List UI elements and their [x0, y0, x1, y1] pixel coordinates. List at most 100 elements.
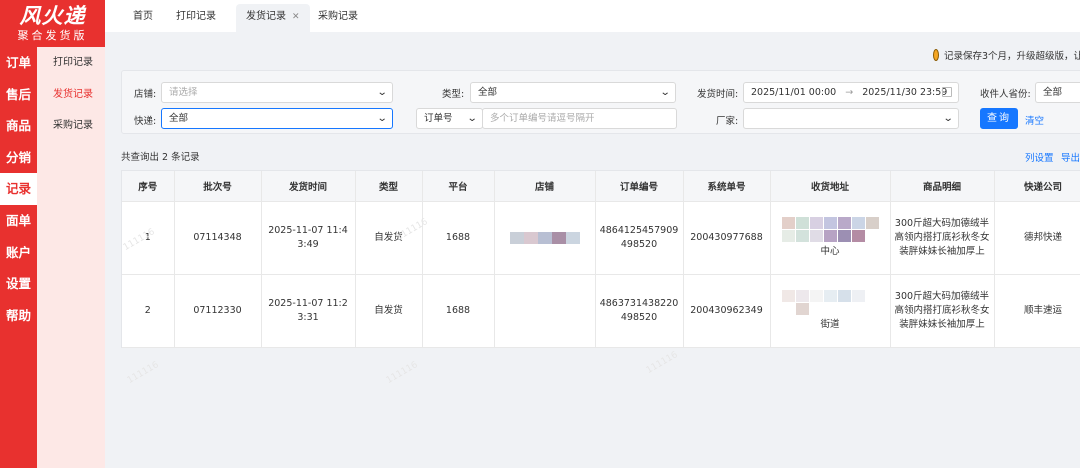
cell-express: 顺丰速运 — [994, 274, 1080, 348]
col-header: 系统单号 — [683, 171, 771, 202]
subnav-purchase-records[interactable]: 采购记录 — [37, 110, 105, 142]
records-table: 序号 批次号 发货时间 类型 平台 店铺 订单编号 系统单号 收货地址 商品明细… — [121, 170, 1080, 348]
subnav-ship-records[interactable]: 发货记录 — [37, 79, 105, 111]
tab-label: 发货记录 — [246, 11, 286, 22]
nav-item-account[interactable]: 账户 — [0, 237, 37, 269]
chevron-down-icon: ⌄ — [376, 87, 388, 98]
table-row[interactable]: 2 07112330 2025-11-07 11:23:31 自发货 1688 … — [122, 274, 1080, 348]
factory-select[interactable]: ⌄ — [743, 108, 959, 129]
cell-platform: 1688 — [422, 201, 495, 275]
sub-nav: 打印记录 发货记录 采购记录 — [37, 47, 105, 468]
nav-item-products[interactable]: 商品 — [0, 110, 37, 142]
cell-address: 中心 — [770, 201, 891, 275]
redacted-shop-name — [499, 231, 591, 244]
shop-label: 店铺: — [134, 89, 157, 100]
nav-item-settings[interactable]: 设置 — [0, 268, 37, 300]
province-select-value: 全部 — [1043, 87, 1063, 98]
type-select[interactable]: 全部 ⌄ — [470, 82, 676, 103]
column-settings-link[interactable]: 列设置 — [1025, 150, 1054, 164]
redacted-address — [775, 216, 886, 242]
table-header-row: 序号 批次号 发货时间 类型 平台 店铺 订单编号 系统单号 收货地址 商品明细… — [122, 171, 1080, 202]
cell-order-number: 4863731438220498520 — [595, 274, 684, 348]
tab-print-records[interactable]: 打印记录 — [166, 4, 226, 32]
primary-nav: 订单 售后 商品 分销 记录 面单 账户 设置 帮助 — [0, 47, 37, 468]
tab-label: 采购记录 — [318, 11, 358, 22]
cell-time: 2025-11-07 11:23:31 — [261, 274, 356, 348]
province-label: 收件人省份: — [980, 89, 1031, 100]
type-label: 类型: — [442, 89, 465, 100]
chevron-down-icon: ⌄ — [659, 87, 671, 98]
nav-item-distribution[interactable]: 分销 — [0, 142, 37, 174]
tab-purchase-records[interactable]: 采购记录 — [308, 4, 368, 32]
express-select[interactable]: 全部 ⌄ — [161, 108, 393, 129]
province-select[interactable]: 全部 — [1035, 82, 1080, 103]
address-tail: 中心 — [820, 245, 840, 257]
nav-item-records[interactable]: 记录 — [0, 173, 37, 205]
table-row[interactable]: 1 07114348 2025-11-07 11:43:49 自发货 1688 … — [122, 201, 1080, 275]
tab-ship-records[interactable]: 发货记录 ✕ — [236, 4, 310, 32]
col-header: 序号 — [122, 171, 175, 202]
filter-panel: 店铺: 请选择 ⌄ 类型: 全部 ⌄ 发货时间: 2025/11/01 00:0… — [121, 70, 1080, 134]
watermark: 111116 — [644, 350, 680, 376]
watermark: 111116 — [384, 360, 420, 386]
order-number-input[interactable]: 多个订单编号请逗号隔开 — [482, 108, 677, 129]
query-button[interactable]: 查询 — [980, 108, 1018, 129]
date-from: 2025/11/01 00:00 — [751, 87, 837, 98]
cell-goods: 300斤超大码加德绒半高领内搭打底衫秋冬女装胖妹妹长袖加厚上 — [890, 201, 995, 275]
cell-goods: 300斤超大码加德绒半高领内搭打底衫秋冬女装胖妹妹长袖加厚上 — [890, 274, 995, 348]
logo-text: 风火递 — [19, 3, 86, 28]
cell-shop — [494, 274, 596, 348]
order-field-select[interactable]: 订单号 ⌄ — [416, 108, 483, 129]
clear-link[interactable]: 清空 — [1025, 113, 1044, 127]
cell-express: 德邦快递 — [994, 201, 1080, 275]
nav-item-orders[interactable]: 订单 — [0, 47, 37, 79]
cell-time: 2025-11-07 11:43:49 — [261, 201, 356, 275]
col-header: 店铺 — [494, 171, 596, 202]
tab-home[interactable]: 首页 — [123, 4, 163, 32]
col-header: 订单编号 — [595, 171, 684, 202]
redacted-address — [775, 289, 886, 315]
express-label: 快递: — [134, 116, 157, 127]
cell-platform: 1688 — [422, 274, 495, 348]
watermark: 111116 — [125, 360, 161, 386]
type-select-value: 全部 — [478, 87, 498, 98]
nav-item-aftersale[interactable]: 售后 — [0, 79, 37, 111]
cell-batch: 07114348 — [174, 201, 262, 275]
calendar-icon — [942, 87, 952, 97]
tab-label: 首页 — [133, 11, 153, 22]
cell-type: 自发货 — [355, 201, 423, 275]
order-field-value: 订单号 — [424, 113, 453, 124]
col-header: 批次号 — [174, 171, 262, 202]
nav-item-waybill[interactable]: 面单 — [0, 205, 37, 237]
order-number-placeholder: 多个订单编号请逗号隔开 — [490, 113, 595, 124]
col-header: 快递公司 — [994, 171, 1080, 202]
tab-bar: 首页 打印记录 发货记录 ✕ 采购记录 — [105, 0, 1080, 32]
nav-item-help[interactable]: 帮助 — [0, 300, 37, 332]
chevron-down-icon: ⌄ — [942, 113, 954, 124]
shop-select[interactable]: 请选择 ⌄ — [161, 82, 393, 103]
cell-type: 自发货 — [355, 274, 423, 348]
subnav-print-records[interactable]: 打印记录 — [37, 47, 105, 79]
cell-order-number: 4864125457909498520 — [595, 201, 684, 275]
close-icon[interactable]: ✕ — [292, 12, 300, 22]
express-select-value: 全部 — [169, 113, 189, 124]
shop-select-placeholder: 请选择 — [169, 87, 198, 98]
cell-address: 街道 — [770, 274, 891, 348]
ship-date-range[interactable]: 2025/11/01 00:00 → 2025/11/30 23:59 — [743, 82, 959, 103]
cell-seq: 2 — [122, 274, 175, 348]
cell-system-number: 200430977688 — [683, 201, 771, 275]
smiley-face-icon — [933, 49, 939, 61]
cell-batch: 07112330 — [174, 274, 262, 348]
address-tail: 街道 — [820, 318, 840, 330]
cell-shop — [494, 201, 596, 275]
col-header: 类型 — [355, 171, 423, 202]
chevron-down-icon: ⌄ — [466, 113, 478, 124]
cell-system-number: 200430962349 — [683, 274, 771, 348]
date-range-arrow: → — [845, 87, 854, 98]
export-link[interactable]: 导出 — [1061, 150, 1080, 164]
cell-seq: 1 — [122, 201, 175, 275]
date-to: 2025/11/30 23:59 — [862, 87, 948, 98]
col-header: 发货时间 — [261, 171, 356, 202]
factory-label: 厂家: — [716, 116, 739, 127]
tab-label: 打印记录 — [176, 11, 216, 22]
